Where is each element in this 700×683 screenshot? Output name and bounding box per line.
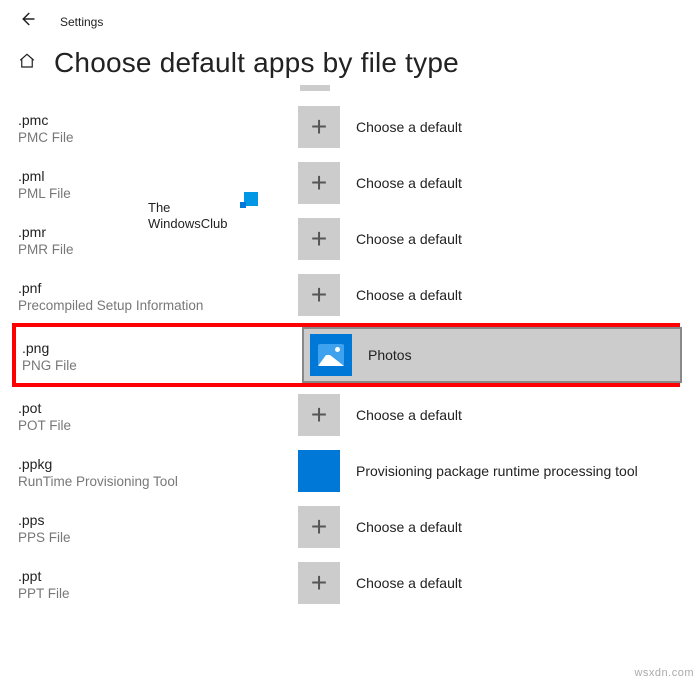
app-label: Choose a default: [356, 231, 462, 247]
plus-icon: +: [298, 218, 340, 260]
file-type-description: PMR File: [18, 242, 298, 257]
file-extension: .ppt: [18, 568, 298, 584]
choose-app-button[interactable]: + Choose a default: [298, 105, 462, 149]
app-label: Choose a default: [356, 119, 462, 135]
app-label: Choose a default: [356, 519, 462, 535]
choose-app-button[interactable]: Photos: [302, 327, 682, 383]
choose-app-button[interactable]: + Choose a default: [298, 393, 462, 437]
file-extension: .pml: [18, 168, 298, 184]
file-extension: .pmc: [18, 112, 298, 128]
file-type-description: Precompiled Setup Information: [18, 298, 298, 313]
choose-app-button[interactable]: + Choose a default: [298, 161, 462, 205]
plus-icon: +: [298, 394, 340, 436]
watermark-line1: The: [148, 200, 227, 216]
provisioning-app-icon: [298, 450, 340, 492]
watermark-logo-icon: [244, 192, 258, 206]
file-extension: .pnf: [18, 280, 298, 296]
page-title: Choose default apps by file type: [54, 47, 459, 79]
watermark-text: The WindowsClub: [148, 200, 227, 233]
file-type-row: .ppt PPT File+ Choose a default: [18, 555, 700, 611]
file-type-row: .png PNG File Photos: [22, 327, 676, 383]
file-extension: .png: [22, 340, 302, 356]
plus-icon: +: [298, 274, 340, 316]
file-type-description: RunTime Provisioning Tool: [18, 474, 298, 489]
file-extension-cell: .pot POT File: [18, 392, 298, 439]
file-type-description: PNG File: [22, 358, 302, 373]
choose-app-button[interactable]: + Choose a default: [298, 505, 462, 549]
file-type-description: PMC File: [18, 130, 298, 145]
file-extension-cell: .pps PPS File: [18, 504, 298, 551]
app-label: Choose a default: [356, 575, 462, 591]
choose-app-button[interactable]: + Choose a default: [298, 273, 462, 317]
plus-icon: +: [298, 106, 340, 148]
file-extension-cell: .ppt PPT File: [18, 560, 298, 607]
app-label: Choose a default: [356, 407, 462, 423]
file-type-list: .pmcPMC File+Choose a default.pmlPML Fil…: [0, 91, 700, 611]
app-title: Settings: [60, 15, 103, 29]
home-icon[interactable]: [18, 52, 36, 75]
file-extension-cell: .pnf Precompiled Setup Information: [18, 272, 298, 319]
plus-icon: +: [298, 162, 340, 204]
app-label: Choose a default: [356, 287, 462, 303]
file-type-row: .pmlPML File+Choose a default: [18, 155, 700, 211]
file-type-row: .pot POT File+ Choose a default: [18, 387, 700, 443]
file-extension: .pot: [18, 400, 298, 416]
app-label: Choose a default: [356, 175, 462, 191]
app-label: Photos: [368, 347, 412, 363]
file-type-description: PPT File: [18, 586, 298, 601]
file-extension: .ppkg: [18, 456, 298, 472]
topbar: Settings: [0, 0, 700, 33]
file-extension-cell: .png PNG File: [22, 332, 302, 379]
file-extension-cell: .pmc PMC File: [18, 104, 298, 151]
file-extension: .pps: [18, 512, 298, 528]
watermark-line2: WindowsClub: [148, 216, 227, 232]
choose-app-button[interactable]: + Choose a default: [298, 561, 462, 605]
highlighted-row: .png PNG File Photos: [12, 323, 680, 387]
footer-watermark: wsxdn.com: [634, 667, 694, 679]
heading-row: Choose default apps by file type: [0, 33, 700, 79]
file-type-description: POT File: [18, 418, 298, 433]
back-icon[interactable]: [18, 10, 36, 33]
file-type-row: .pmrPMR File+Choose a default: [18, 211, 700, 267]
choose-app-button[interactable]: Provisioning package runtime processing …: [298, 449, 638, 493]
choose-app-button[interactable]: + Choose a default: [298, 217, 462, 261]
plus-icon: +: [298, 506, 340, 548]
file-type-row: .ppkg RunTime Provisioning Tool Provisioni…: [18, 443, 700, 499]
file-type-row: .pnf Precompiled Setup Information+ Choose…: [18, 267, 700, 323]
file-extension-cell: .ppkg RunTime Provisioning Tool: [18, 448, 298, 495]
app-label: Provisioning package runtime processing …: [356, 463, 638, 479]
file-type-row: .pps PPS File+ Choose a default: [18, 499, 700, 555]
file-type-row: .pmc PMC File+ Choose a default: [18, 99, 700, 155]
photos-app-icon: [310, 334, 352, 376]
file-type-description: PPS File: [18, 530, 298, 545]
plus-icon: +: [298, 562, 340, 604]
